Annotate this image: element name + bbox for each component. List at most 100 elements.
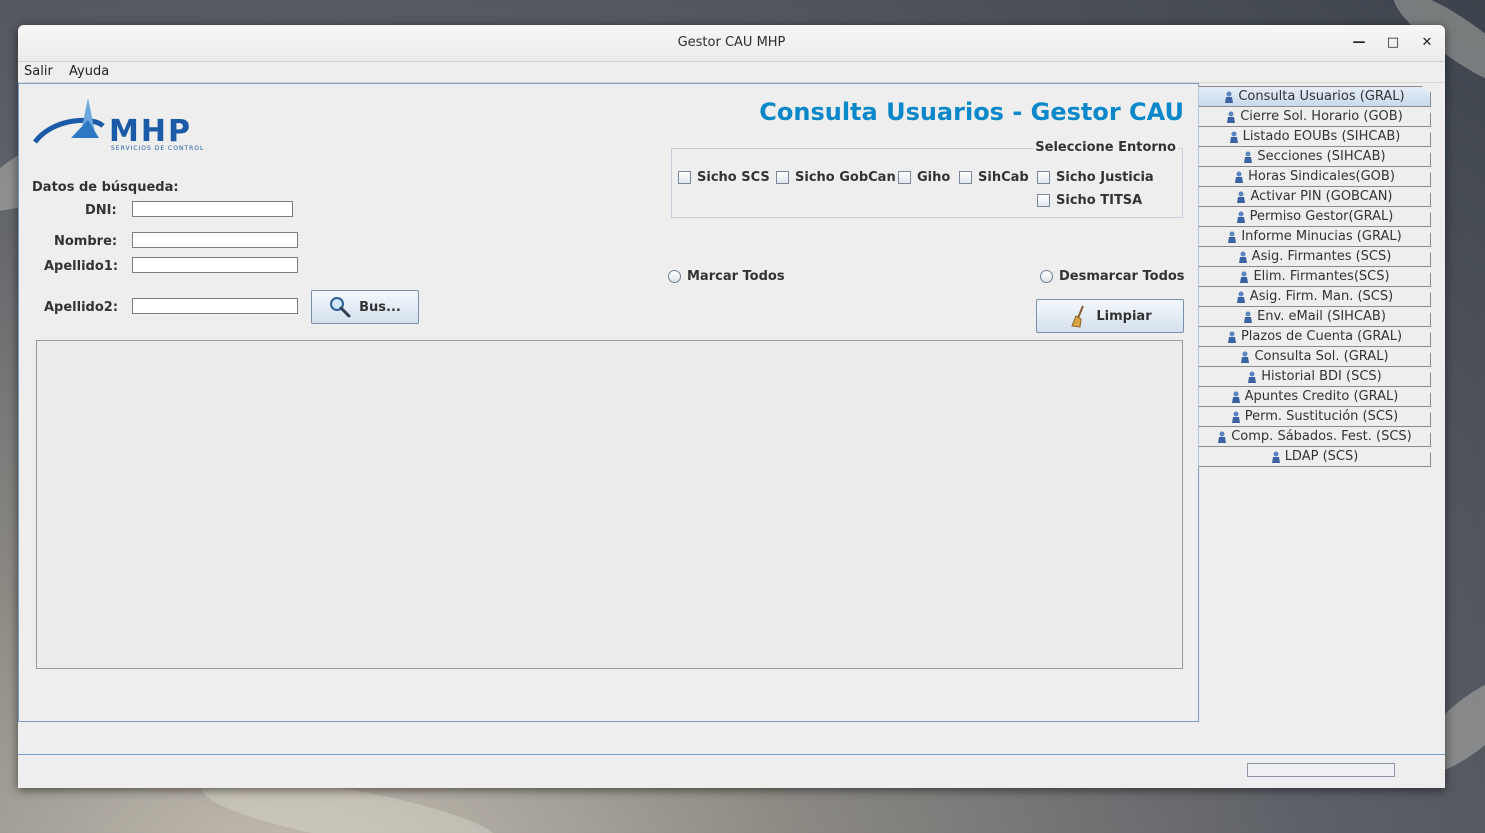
checkbox-label: Giho [917,170,951,185]
tab-16[interactable]: Perm. Sustitución (SCS) [1198,407,1431,427]
radio-marcar-todos[interactable]: Marcar Todos [668,269,785,284]
user-icon [1271,451,1280,463]
checkbox-sicho-gobcan[interactable]: Sicho GobCan [776,170,896,185]
tab-label: Consulta Sol. (GRAL) [1254,349,1389,364]
apellido2-field[interactable] [132,298,298,314]
radio-label: Marcar Todos [687,269,785,284]
checkbox-label: Sicho SCS [697,170,770,185]
entorno-legend: Seleccione Entorno [1033,140,1178,155]
tab-label: Horas Sindicales(GOB) [1248,169,1395,184]
checkbox-giho[interactable]: Giho [898,170,950,185]
user-icon [1240,271,1249,283]
user-icon [1244,151,1253,163]
user-icon [1229,131,1238,143]
mhp-logo: MHP SERVICIOS DE CONTROL [33,98,233,158]
radio-desmarcar-todos[interactable]: Desmarcar Todos [1040,269,1185,284]
tab-label: Perm. Sustitución (SCS) [1244,409,1399,424]
tab-11[interactable]: Env. eMail (SIHCAB) [1198,307,1431,327]
entorno-group: Seleccione Entorno Sicho SCS Sicho GobCa… [671,140,1183,218]
window-title: Gestor CAU MHP [677,35,786,50]
tab-label: Consulta Usuarios (GRAL) [1238,89,1405,104]
tab-label: Activar PIN (GOBCAN) [1250,189,1393,204]
tab-6[interactable]: Permiso Gestor(GRAL) [1198,207,1431,227]
tab-7[interactable]: Informe Minucias (GRAL) [1198,227,1431,247]
checkbox-sicho-titsa[interactable]: Sicho TITSA [1037,193,1142,208]
logo-text: MHP [109,114,192,149]
checkbox-sicho-justicia[interactable]: Sicho Justicia [1037,170,1154,185]
tab-label: Asig. Firm. Man. (SCS) [1249,289,1394,304]
tab-17[interactable]: Comp. Sábados. Fest. (SCS) [1198,427,1431,447]
checkbox-label: SihCab [978,170,1029,185]
main-panel: MHP SERVICIOS DE CONTROL Consulta Usuari… [18,83,1199,722]
search-button[interactable]: Bus... [311,290,419,324]
menu-bar: Salir Ayuda [18,62,1445,83]
user-icon [1241,351,1250,363]
close-icon[interactable]: ✕ [1418,34,1436,52]
app-window: Gestor CAU MHP — □ ✕ Salir Ayuda MHP SER… [18,25,1445,788]
tab-12[interactable]: Plazos de Cuenta (GRAL) [1198,327,1431,347]
user-icon [1218,431,1227,443]
tab-label: Apuntes Credito (GRAL) [1244,389,1399,404]
tab-1[interactable]: Cierre Sol. Horario (GOB) [1198,107,1431,127]
clear-button[interactable]: Limpiar [1036,299,1184,333]
menu-salir[interactable]: Salir [24,64,53,79]
user-icon [1237,191,1246,203]
dni-label: DNI: [85,203,117,218]
tab-label: Cierre Sol. Horario (GOB) [1240,109,1403,124]
tab-18[interactable]: LDAP (SCS) [1198,447,1431,467]
user-icon [1248,371,1257,383]
apellido1-field[interactable] [132,257,298,273]
status-bar [18,754,1445,788]
tab-8[interactable]: Asig. Firmantes (SCS) [1198,247,1431,267]
tab-label: Asig. Firmantes (SCS) [1251,249,1392,264]
search-section-label: Datos de búsqueda: [32,180,179,195]
tab-label: Env. eMail (SIHCAB) [1257,309,1386,324]
maximize-icon[interactable]: □ [1384,34,1402,52]
tab-0[interactable]: Consulta Usuarios (GRAL) [1198,86,1431,107]
user-icon [1231,391,1240,403]
magnifier-icon [330,297,351,318]
function-tabs: Consulta Usuarios (GRAL) Cierre Sol. Hora… [1198,86,1431,467]
user-icon [1244,311,1253,323]
tab-10[interactable]: Asig. Firm. Man. (SCS) [1198,287,1431,307]
menu-ayuda[interactable]: Ayuda [69,64,109,79]
tab-5[interactable]: Activar PIN (GOBCAN) [1198,187,1431,207]
user-icon [1236,291,1245,303]
title-bar[interactable]: Gestor CAU MHP — □ ✕ [18,25,1445,62]
checkbox-label: Sicho GobCan [795,170,896,185]
checkbox-sicho-scs[interactable]: Sicho SCS [678,170,770,185]
results-area[interactable] [36,340,1183,669]
nombre-label: Nombre: [54,234,118,249]
user-icon [1225,91,1234,103]
tab-label: Informe Minucias (GRAL) [1241,229,1402,244]
tab-14[interactable]: Historial BDI (SCS) [1198,367,1431,387]
tab-3[interactable]: Secciones (SIHCAB) [1198,147,1431,167]
progress-bar [1247,763,1395,777]
logo-subtitle: SERVICIOS DE CONTROL [111,145,205,152]
tab-9[interactable]: Elim. Firmantes(SCS) [1198,267,1431,287]
tab-4[interactable]: Horas Sindicales(GOB) [1198,167,1431,187]
tab-label: Historial BDI (SCS) [1261,369,1382,384]
dni-field[interactable] [132,201,293,217]
tab-label: Comp. Sábados. Fest. (SCS) [1231,429,1412,444]
checkbox-label: Sicho Justicia [1056,170,1154,185]
tab-label: Secciones (SIHCAB) [1257,149,1386,164]
tab-2[interactable]: Listado EOUBs (SIHCAB) [1198,127,1431,147]
tab-label: Listado EOUBs (SIHCAB) [1242,129,1401,144]
apellido1-label: Apellido1: [44,259,119,274]
user-icon [1227,111,1236,123]
tab-label: Plazos de Cuenta (GRAL) [1240,329,1403,344]
clear-button-label: Limpiar [1096,308,1152,324]
tab-13[interactable]: Consulta Sol. (GRAL) [1198,347,1431,367]
broom-icon [1071,305,1085,328]
checkbox-sihcab[interactable]: SihCab [959,170,1029,185]
user-icon [1231,411,1240,423]
user-icon [1235,171,1244,183]
tab-label: LDAP (SCS) [1284,449,1359,464]
user-icon [1238,251,1247,263]
minimize-icon[interactable]: — [1350,34,1368,52]
checkbox-label: Sicho TITSA [1056,193,1143,208]
nombre-field[interactable] [132,232,298,248]
tab-15[interactable]: Apuntes Credito (GRAL) [1198,387,1431,407]
page-title: Consulta Usuarios - Gestor CAU [759,98,1184,126]
